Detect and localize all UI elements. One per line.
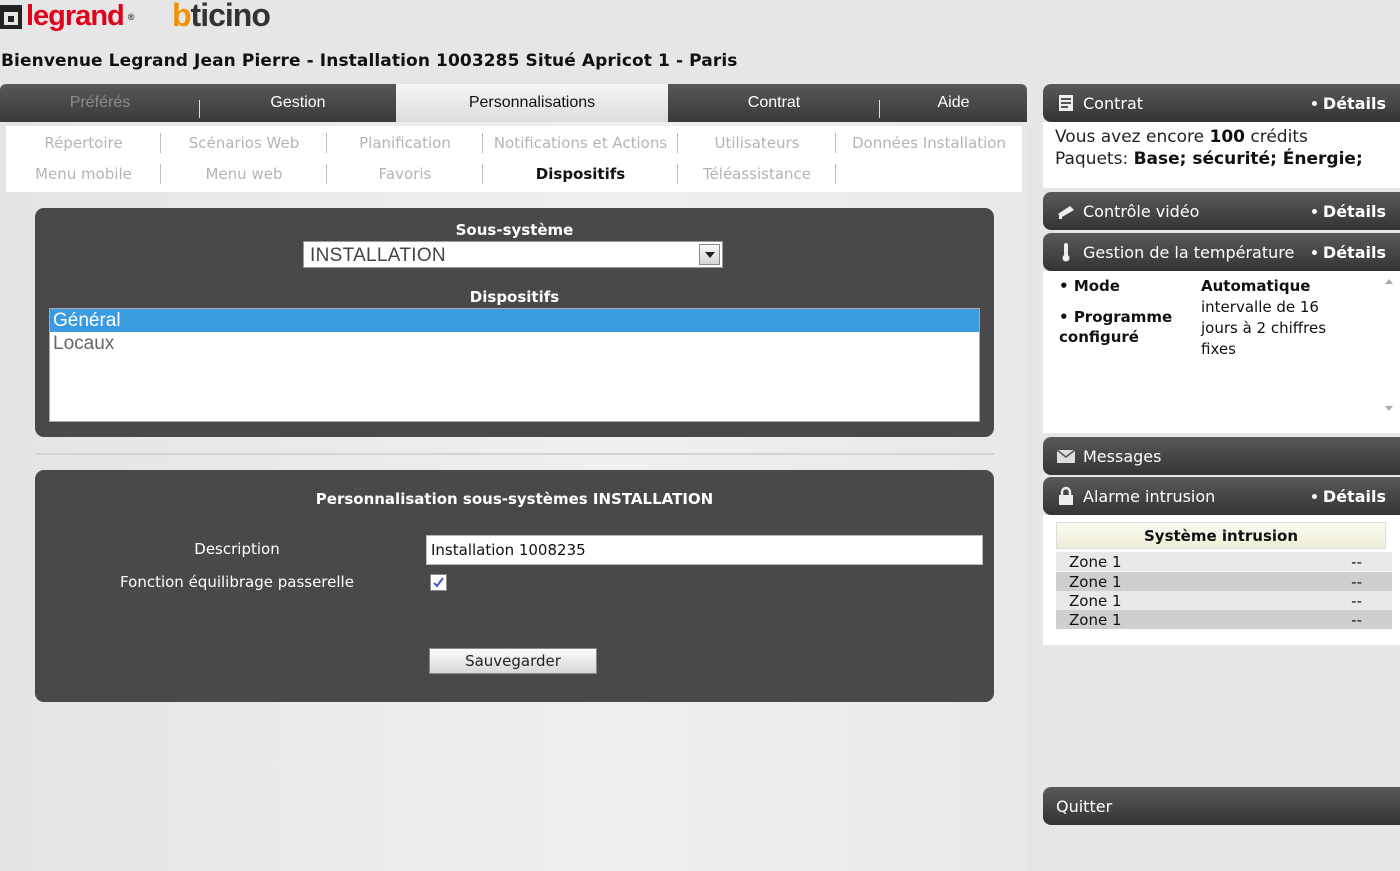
scroll-up-icon[interactable] (1385, 279, 1393, 284)
zone-row: Zone 1 -- (1056, 552, 1392, 571)
subsystem-label: Sous-système (455, 221, 574, 239)
document-icon (1055, 93, 1077, 113)
zone-row: Zone 1 -- (1056, 591, 1392, 610)
save-button[interactable]: Sauvegarder (429, 648, 597, 674)
main-tabs: Préférés Gestion Personnalisations Contr… (0, 84, 1027, 122)
alarm-title: Alarme intrusion (1083, 486, 1216, 506)
video-details-link[interactable]: Détails (1311, 202, 1386, 221)
program-value: intervalle de 16 jours à 2 chiffres fixe… (1201, 298, 1327, 358)
temperature-body: • Mode Automatique • Programme configuré … (1043, 271, 1400, 433)
program-label: • Programme configuré (1059, 308, 1173, 346)
description-input[interactable]: Installation 1008235 (426, 535, 983, 565)
list-item[interactable]: Général (50, 309, 979, 332)
customization-panel: Personnalisation sous-systèmes INSTALLAT… (35, 470, 994, 702)
subsystem-select[interactable]: INSTALLATION (303, 241, 723, 268)
alarm-details-link[interactable]: Détails (1311, 487, 1386, 506)
balance-label: Fonction équilibrage passerelle (120, 573, 354, 591)
video-title: Contrôle vidéo (1083, 201, 1200, 221)
thermometer-icon (1055, 242, 1077, 262)
divider (35, 453, 994, 455)
subnav-menu-web[interactable]: Menu web (161, 158, 327, 189)
sub-navigation: Répertoire Scénarios Web Planification N… (6, 126, 1022, 192)
quit-button[interactable]: Quitter (1043, 787, 1400, 825)
alarm-header[interactable]: Alarme intrusion Détails (1043, 477, 1400, 515)
subsystem-panel: Sous-système INSTALLATION Dispositifs Gé… (35, 208, 994, 437)
subnav-teleassistance[interactable]: Téléassistance (678, 158, 836, 189)
list-item[interactable]: Locaux (50, 332, 979, 355)
lock-icon (1055, 486, 1077, 506)
contrat-info: Vous avez encore 100 crédits Paquets: Ba… (1055, 127, 1363, 169)
description-label: Description (194, 540, 280, 558)
subnav-donnees-installation[interactable]: Données Installation (836, 127, 1022, 158)
check-icon (433, 577, 444, 588)
tab-aide[interactable]: Aide (880, 84, 1027, 122)
alarm-body: Système intrusion Zone 1 -- Zone 1 -- Zone… (1043, 515, 1400, 645)
subnav-notifications[interactable]: Notifications et Actions (483, 127, 678, 158)
subnav-row-2: Menu mobile Menu web Favoris Dispositifs… (6, 158, 836, 189)
legrand-logo: legrand ® (0, 0, 134, 33)
temperature-title: Gestion de la température (1083, 242, 1295, 262)
subnav-planification[interactable]: Planification (327, 127, 483, 158)
welcome-text: Bienvenue Legrand Jean Pierre - Installa… (1, 51, 738, 71)
logo-bar: legrand ® bticino (0, 0, 400, 36)
tab-contrat[interactable]: Contrat (668, 84, 880, 122)
tab-gestion[interactable]: Gestion (200, 84, 396, 122)
zone-row: Zone 1 -- (1056, 572, 1392, 591)
intrusion-system-title: Système intrusion (1056, 522, 1386, 549)
temperature-header[interactable]: Gestion de la température Détails (1043, 233, 1400, 271)
subnav-scenarios-web[interactable]: Scénarios Web (161, 127, 327, 158)
subnav-utilisateurs[interactable]: Utilisateurs (678, 127, 836, 158)
subnav-dispositifs[interactable]: Dispositifs (483, 158, 678, 189)
temperature-details-link[interactable]: Détails (1311, 243, 1386, 262)
subnav-repertoire[interactable]: Répertoire (6, 127, 161, 158)
balance-checkbox[interactable] (430, 574, 447, 591)
quit-label: Quitter (1056, 796, 1113, 816)
bticino-logo: bticino (172, 0, 271, 33)
subnav-row-1: Répertoire Scénarios Web Planification N… (6, 127, 1022, 158)
zone-row: Zone 1 -- (1056, 610, 1392, 629)
devices-listbox[interactable]: Général Locaux (49, 308, 980, 422)
tab-preferes[interactable]: Préférés (0, 84, 200, 122)
mode-value: Automatique (1201, 277, 1311, 295)
contrat-body: Vous avez encore 100 crédits Paquets: Ba… (1043, 122, 1400, 188)
scrollbar[interactable] (1382, 275, 1396, 415)
contrat-header[interactable]: Contrat Détails (1043, 84, 1400, 122)
mode-label: • Mode (1059, 277, 1120, 295)
video-header[interactable]: Contrôle vidéo Détails (1043, 192, 1400, 230)
messages-header[interactable]: Messages (1043, 437, 1400, 475)
envelope-icon (1055, 446, 1077, 466)
camera-icon (1055, 201, 1077, 221)
chevron-down-icon[interactable] (699, 244, 720, 265)
contrat-title: Contrat (1083, 93, 1144, 113)
messages-title: Messages (1083, 446, 1162, 466)
subnav-menu-mobile[interactable]: Menu mobile (6, 158, 161, 189)
devices-label: Dispositifs (469, 288, 560, 306)
main-area: Préférés Gestion Personnalisations Contr… (0, 84, 1028, 871)
contrat-details-link[interactable]: Détails (1311, 94, 1386, 113)
subnav-favoris[interactable]: Favoris (327, 158, 483, 189)
customization-title: Personnalisation sous-systèmes INSTALLAT… (315, 490, 714, 508)
tab-personnalisations[interactable]: Personnalisations (396, 84, 668, 122)
scroll-down-icon[interactable] (1385, 406, 1393, 411)
legrand-mark-icon (0, 4, 22, 29)
